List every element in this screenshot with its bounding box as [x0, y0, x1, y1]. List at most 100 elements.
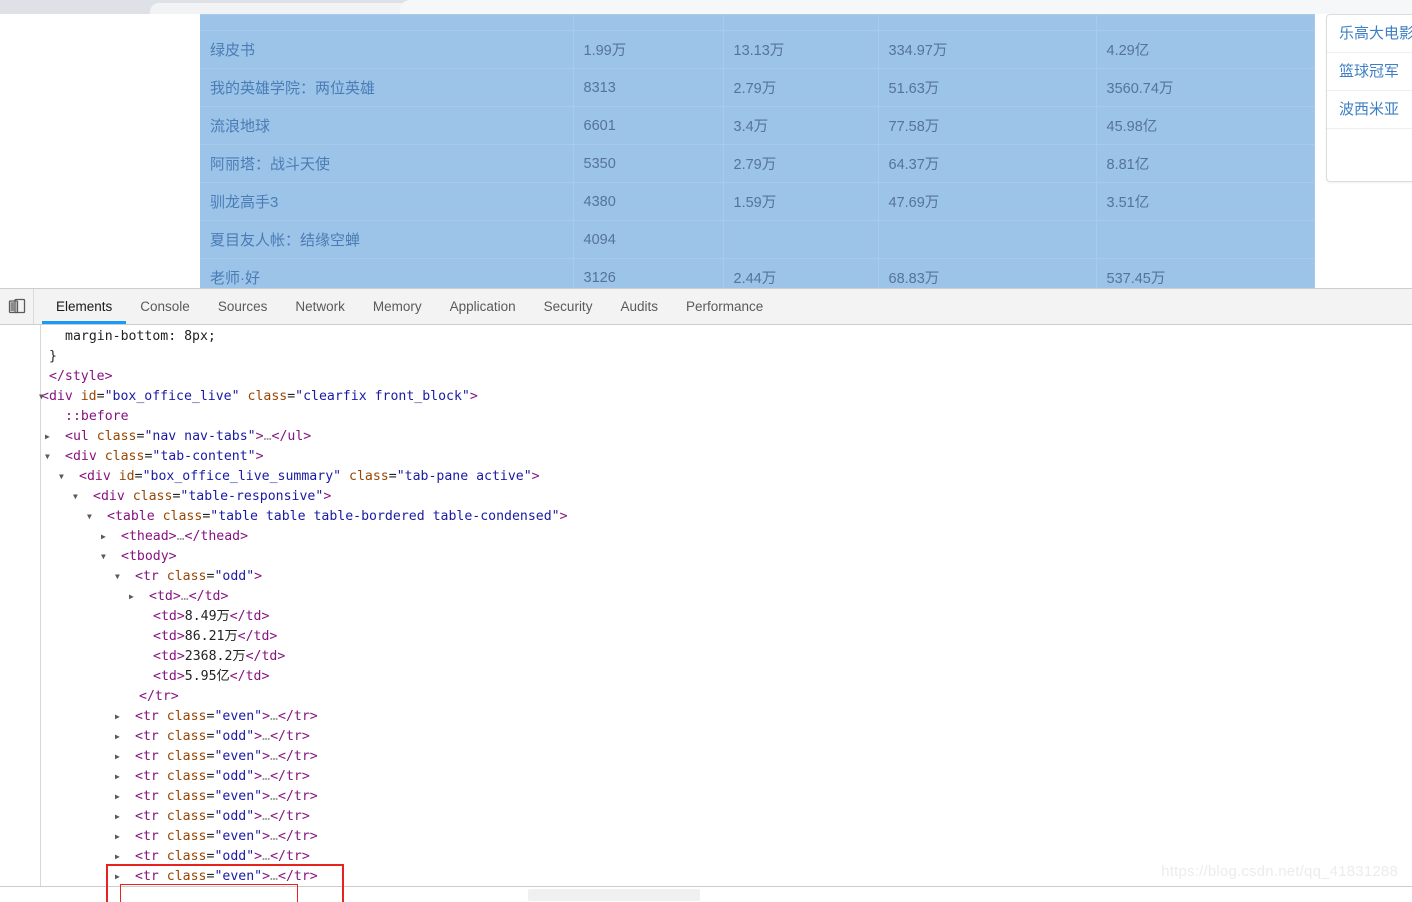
- disclosure-triangle-icon[interactable]: [115, 727, 120, 747]
- cell-sessions: [573, 14, 724, 31]
- cell-title: 绿皮书: [200, 30, 574, 69]
- node-td-value[interactable]: <td>2368.2万</td>: [41, 647, 1412, 667]
- table-row[interactable]: 驯龙高手3 4380 1.59万 47.69万 3.51亿: [200, 182, 1315, 221]
- tab-elements[interactable]: Elements: [42, 289, 127, 324]
- node-tr-collapsed[interactable]: <tr class="even">…</tr>: [41, 747, 1412, 767]
- cell-attendance: 51.63万: [878, 68, 1097, 107]
- tab-security[interactable]: Security: [530, 289, 607, 324]
- disclosure-triangle-icon[interactable]: [115, 747, 120, 767]
- node-thead[interactable]: <thead>…</thead>: [41, 527, 1412, 547]
- disclosure-triangle-icon[interactable]: [101, 547, 106, 567]
- tab-sources[interactable]: Sources: [204, 289, 282, 324]
- side-card-item[interactable]: 波西米亚: [1327, 91, 1412, 129]
- device-toolbar-icon[interactable]: [7, 297, 27, 317]
- node-div-table-responsive[interactable]: <div class="table-responsive">: [41, 487, 1412, 507]
- tab-audits[interactable]: Audits: [606, 289, 672, 324]
- elements-tree-panel[interactable]: margin-bottom: 8px; } </style> <div id="…: [0, 325, 1412, 902]
- node-td-value[interactable]: <td>5.95亿</td>: [41, 667, 1412, 687]
- cell-share: 1.59万: [723, 182, 879, 221]
- cell-sessions: 4380: [573, 182, 724, 221]
- cell-sessions: 3126: [573, 258, 724, 288]
- node-tr-collapsed[interactable]: <tr class="even">…</tr>: [41, 707, 1412, 727]
- node-td-value[interactable]: <td>8.49万</td>: [41, 607, 1412, 627]
- cell-title: [200, 14, 574, 31]
- cell-title: 老师·好: [200, 258, 574, 288]
- devtools-horizontal-scrollbar[interactable]: [0, 886, 1412, 902]
- cell-attendance: 68.83万: [878, 258, 1097, 288]
- table-row[interactable]: 流浪地球 6601 3.4万 77.58万 45.98亿: [200, 106, 1315, 145]
- node-tr-collapsed[interactable]: <tr class="even">…</tr>: [41, 787, 1412, 807]
- disclosure-triangle-icon[interactable]: [115, 787, 120, 807]
- disclosure-triangle-icon[interactable]: [115, 707, 120, 727]
- disclosure-triangle-icon[interactable]: [129, 587, 134, 607]
- devtools-panel: Elements Console Sources Network Memory …: [0, 288, 1412, 902]
- disclosure-triangle-icon[interactable]: [115, 567, 120, 587]
- disclosure-triangle-icon[interactable]: [115, 767, 120, 787]
- cell-sessions: 1.99万: [573, 30, 724, 69]
- disclosure-triangle-icon[interactable]: [115, 827, 120, 847]
- disclosure-triangle-icon[interactable]: [115, 847, 120, 867]
- tab-performance[interactable]: Performance: [672, 289, 777, 324]
- node-ul-nav-tabs[interactable]: <ul class="nav nav-tabs">…</ul>: [41, 427, 1412, 447]
- disclosure-triangle-icon[interactable]: [115, 867, 120, 887]
- node-div-tab-content[interactable]: <div class="tab-content">: [41, 447, 1412, 467]
- disclosure-triangle-icon[interactable]: [45, 427, 50, 447]
- cell-boxoffice: 537.45万: [1096, 258, 1315, 288]
- node-tr-collapsed[interactable]: <tr class="odd">…</tr>: [41, 767, 1412, 787]
- browser-tab-strip: [0, 0, 1412, 14]
- tab-application[interactable]: Application: [436, 289, 530, 324]
- browser-active-tab-shape[interactable]: [400, 0, 1412, 14]
- disclosure-triangle-icon[interactable]: [115, 807, 120, 827]
- table-row[interactable]: 老师·好 3126 2.44万 68.83万 537.45万: [200, 258, 1315, 288]
- cell-attendance: 47.69万: [878, 182, 1097, 221]
- dom-tree[interactable]: margin-bottom: 8px; } </style> <div id="…: [41, 325, 1412, 902]
- cell-share: 13.13万: [723, 30, 879, 69]
- cell-sessions: 6601: [573, 106, 724, 145]
- node-div-box-office-live[interactable]: <div id="box_office_live" class="clearfi…: [41, 387, 1412, 407]
- disclosure-triangle-icon[interactable]: [59, 467, 64, 487]
- node-td-collapsed[interactable]: <td>…</td>: [41, 587, 1412, 607]
- cell-attendance: 334.97万: [878, 30, 1097, 69]
- node-div-box-office-live-summary[interactable]: <div id="box_office_live_summary" class=…: [41, 467, 1412, 487]
- movie-title-link[interactable]: 驯龙高手3: [210, 194, 278, 211]
- disclosure-triangle-icon[interactable]: [87, 507, 92, 527]
- cell-title: 阿丽塔：战斗天使: [200, 144, 574, 183]
- movie-title-link[interactable]: 我的英雄学院：两位英雄: [210, 80, 375, 97]
- table-row[interactable]: 绿皮书 1.99万 13.13万 334.97万 4.29亿: [200, 30, 1315, 69]
- disclosure-triangle-icon[interactable]: [45, 447, 50, 467]
- disclosure-triangle-icon[interactable]: [39, 387, 44, 407]
- movie-title-link[interactable]: 夏目友人帐：结缘空蝉: [210, 232, 360, 249]
- tab-memory[interactable]: Memory: [359, 289, 436, 324]
- node-table[interactable]: <table class="table table table-bordered…: [41, 507, 1412, 527]
- table-row[interactable]: 阿丽塔：战斗天使 5350 2.79万 64.37万 8.81亿: [200, 144, 1315, 183]
- side-card-item[interactable]: 乐高大电影: [1327, 15, 1412, 53]
- devtools-toolbar-left-group: [0, 289, 34, 324]
- table-row[interactable]: 我的英雄学院：两位英雄 8313 2.79万 51.63万 3560.74万: [200, 68, 1315, 107]
- cell-share: [723, 220, 879, 259]
- table-row[interactable]: 夏目友人帐：结缘空蝉 4094: [200, 220, 1315, 259]
- node-style-close[interactable]: </style>: [41, 367, 1412, 387]
- movie-title-link[interactable]: 老师·好: [210, 270, 260, 287]
- watermark-text: https://blog.csdn.net/qq_41831288: [1161, 863, 1398, 880]
- disclosure-triangle-icon[interactable]: [101, 527, 106, 547]
- movie-title-link[interactable]: 绿皮书: [210, 42, 255, 59]
- side-card-item[interactable]: 篮球冠军: [1327, 53, 1412, 91]
- devtools-toolbar: Elements Console Sources Network Memory …: [0, 289, 1412, 325]
- node-pseudo-before[interactable]: ::before: [41, 407, 1412, 427]
- cell-boxoffice: 8.81亿: [1096, 144, 1315, 183]
- node-td-value[interactable]: <td>86.21万</td>: [41, 627, 1412, 647]
- cell-attendance: [878, 220, 1097, 259]
- node-tbody[interactable]: <tbody>: [41, 547, 1412, 567]
- node-tr-collapsed[interactable]: <tr class="even">…</tr>: [41, 827, 1412, 847]
- node-tr-odd-expanded[interactable]: <tr class="odd">: [41, 567, 1412, 587]
- tab-network[interactable]: Network: [281, 289, 359, 324]
- node-tr-collapsed[interactable]: <tr class="odd">…</tr>: [41, 727, 1412, 747]
- cell-share: [723, 14, 879, 31]
- movie-title-link[interactable]: 阿丽塔：战斗天使: [210, 156, 330, 173]
- tab-console[interactable]: Console: [126, 289, 204, 324]
- cell-sessions: 8313: [573, 68, 724, 107]
- movie-title-link[interactable]: 流浪地球: [210, 118, 270, 135]
- disclosure-triangle-icon[interactable]: [73, 487, 78, 507]
- scrollbar-thumb[interactable]: [528, 889, 700, 901]
- node-tr-collapsed[interactable]: <tr class="odd">…</tr>: [41, 807, 1412, 827]
